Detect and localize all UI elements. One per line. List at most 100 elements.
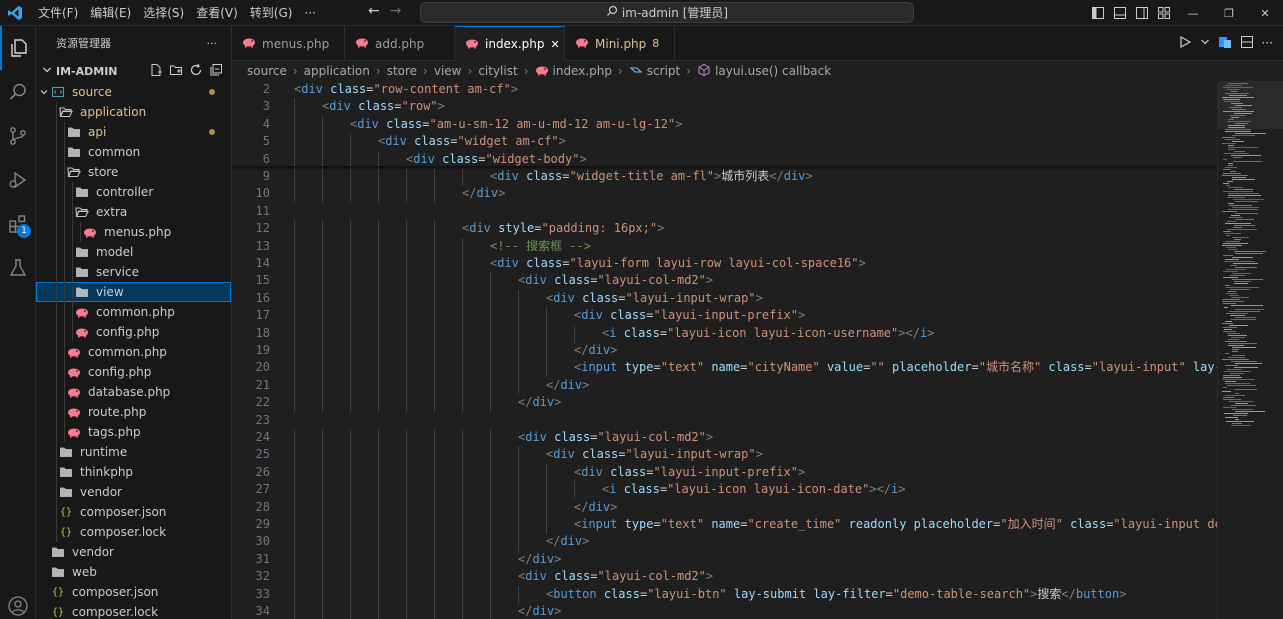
back-arrow-icon[interactable]: ←: [368, 3, 380, 19]
restore-icon[interactable]: ❐: [1211, 0, 1247, 26]
indent-guide: [322, 463, 323, 482]
breadcrumb-item[interactable]: application: [304, 64, 370, 78]
tree-item[interactable]: application: [36, 102, 231, 122]
tree-item[interactable]: database.php: [36, 382, 231, 402]
toggle-secondary-sidebar-icon[interactable]: [1131, 0, 1153, 26]
menu-item[interactable]: 编辑(E): [84, 0, 137, 26]
code-text: </div>: [574, 342, 617, 359]
customize-layout-icon[interactable]: [1153, 0, 1175, 26]
tree-item[interactable]: web: [36, 562, 231, 582]
indent-guide: [518, 481, 519, 500]
menu-item[interactable]: 选择(S): [137, 0, 190, 26]
tree-item[interactable]: runtime: [36, 442, 231, 462]
command-center[interactable]: im-admin [管理员]: [420, 2, 914, 23]
breadcrumb-item[interactable]: view: [434, 64, 462, 78]
tree-item[interactable]: config.php: [36, 322, 231, 342]
indent-guide: [518, 498, 519, 517]
tree-item[interactable]: route.php: [36, 402, 231, 422]
tree-item[interactable]: {} composer.lock: [36, 602, 231, 619]
code-editor[interactable]: 2 <div class="row-content am-cf"> 3 <div cl…: [232, 81, 1217, 619]
breadcrumb-item[interactable]: source: [247, 64, 287, 78]
run-debug-icon[interactable]: [0, 158, 36, 202]
toggle-sidebar-icon[interactable]: [1087, 0, 1109, 26]
breadcrumb-item[interactable]: script: [629, 63, 680, 80]
project-section-header[interactable]: IM-ADMIN: [36, 60, 231, 82]
explorer-title: 资源管理器: [56, 37, 111, 50]
menu-item[interactable]: 查看(V): [190, 0, 244, 26]
tree-item[interactable]: tags.php: [36, 422, 231, 442]
menu-item[interactable]: ···: [298, 0, 321, 26]
tree-item[interactable]: controller: [36, 182, 231, 202]
breadcrumb-item[interactable]: store: [387, 64, 417, 78]
indent-guide: [294, 498, 295, 517]
indent-guide: [378, 568, 379, 587]
indent-guide: [434, 289, 435, 308]
tab-add-php[interactable]: add.php: [345, 26, 455, 61]
tree-item[interactable]: store: [36, 162, 231, 182]
new-folder-icon[interactable]: [169, 63, 183, 80]
tree-item[interactable]: common.php: [36, 342, 231, 362]
tree-item[interactable]: extra: [36, 202, 231, 222]
close-icon[interactable]: ✕: [550, 38, 559, 51]
tab-index-php[interactable]: index.php ✕: [455, 26, 565, 61]
tree-item[interactable]: config.php: [36, 362, 231, 382]
code-token: >: [610, 343, 618, 357]
source-control-icon[interactable]: [0, 114, 36, 158]
line-number: 22: [255, 395, 270, 410]
tree-item[interactable]: {} composer.lock: [36, 522, 231, 542]
tree-item[interactable]: model: [36, 242, 231, 262]
code-text: <div class="row-content am-cf">: [294, 81, 518, 98]
tree-item[interactable]: service: [36, 262, 231, 282]
tree-item[interactable]: common.php: [36, 302, 231, 322]
tree-item[interactable]: vendor: [36, 542, 231, 562]
minimap-line: [1228, 193, 1259, 194]
testing-icon[interactable]: [0, 246, 36, 290]
indent-guide: [294, 289, 295, 308]
code-token: =: [971, 360, 979, 375]
minimap-line: [1223, 375, 1240, 376]
tree-item[interactable]: menus.php: [36, 222, 231, 242]
breadcrumb-item[interactable]: citylist: [478, 64, 517, 78]
menu-item[interactable]: 转到(G): [244, 0, 299, 26]
tree-item[interactable]: {} composer.json: [36, 582, 231, 602]
breadcrumb-item[interactable]: layui.use() callback: [697, 63, 831, 80]
minimize-icon[interactable]: —: [1175, 0, 1211, 26]
tab-menus-php[interactable]: menus.php: [232, 26, 345, 61]
open-changes-icon[interactable]: [1218, 35, 1232, 52]
indent-guide: [462, 498, 463, 517]
refresh-icon[interactable]: [189, 63, 203, 80]
chevron-down-icon[interactable]: [1200, 36, 1210, 50]
tree-item[interactable]: api: [36, 122, 231, 142]
indent-guide: [294, 516, 295, 534]
breadcrumb-item[interactable]: index.php: [535, 63, 612, 80]
tree-item[interactable]: common: [36, 142, 231, 162]
tree-item[interactable]: vendor: [36, 482, 231, 502]
toggle-panel-icon[interactable]: [1109, 0, 1131, 26]
run-icon[interactable]: [1178, 35, 1192, 52]
tree-item[interactable]: view: [36, 282, 231, 302]
code-token: >: [582, 534, 590, 549]
more-actions-icon[interactable]: ···: [1262, 36, 1273, 50]
tree-item[interactable]: thinkphp: [36, 462, 231, 482]
collapse-all-icon[interactable]: [209, 63, 223, 80]
tree-item[interactable]: source: [36, 82, 231, 102]
new-file-icon[interactable]: [149, 63, 163, 80]
minimap[interactable]: [1217, 81, 1283, 619]
close-icon[interactable]: ✕: [1247, 0, 1283, 26]
extensions-icon[interactable]: 1: [0, 202, 36, 246]
code-token: type: [624, 360, 654, 375]
forward-arrow-icon[interactable]: →: [390, 3, 402, 19]
minimap-line: [1223, 327, 1237, 328]
split-editor-icon[interactable]: [1240, 35, 1254, 52]
more-actions-icon[interactable]: ···: [207, 37, 218, 50]
indent-guide: [294, 585, 295, 604]
account-icon[interactable]: [0, 593, 36, 619]
search-icon[interactable]: [0, 70, 36, 114]
minimap-line: [1234, 189, 1253, 190]
tab-mini-php[interactable]: Mini.php 8: [565, 26, 675, 61]
indent-guide: [56, 282, 57, 302]
menu-item[interactable]: 文件(F): [32, 0, 84, 26]
tree-item[interactable]: {} composer.json: [36, 502, 231, 522]
minimap-slider[interactable]: [1218, 81, 1283, 129]
explorer-icon[interactable]: [0, 26, 36, 70]
